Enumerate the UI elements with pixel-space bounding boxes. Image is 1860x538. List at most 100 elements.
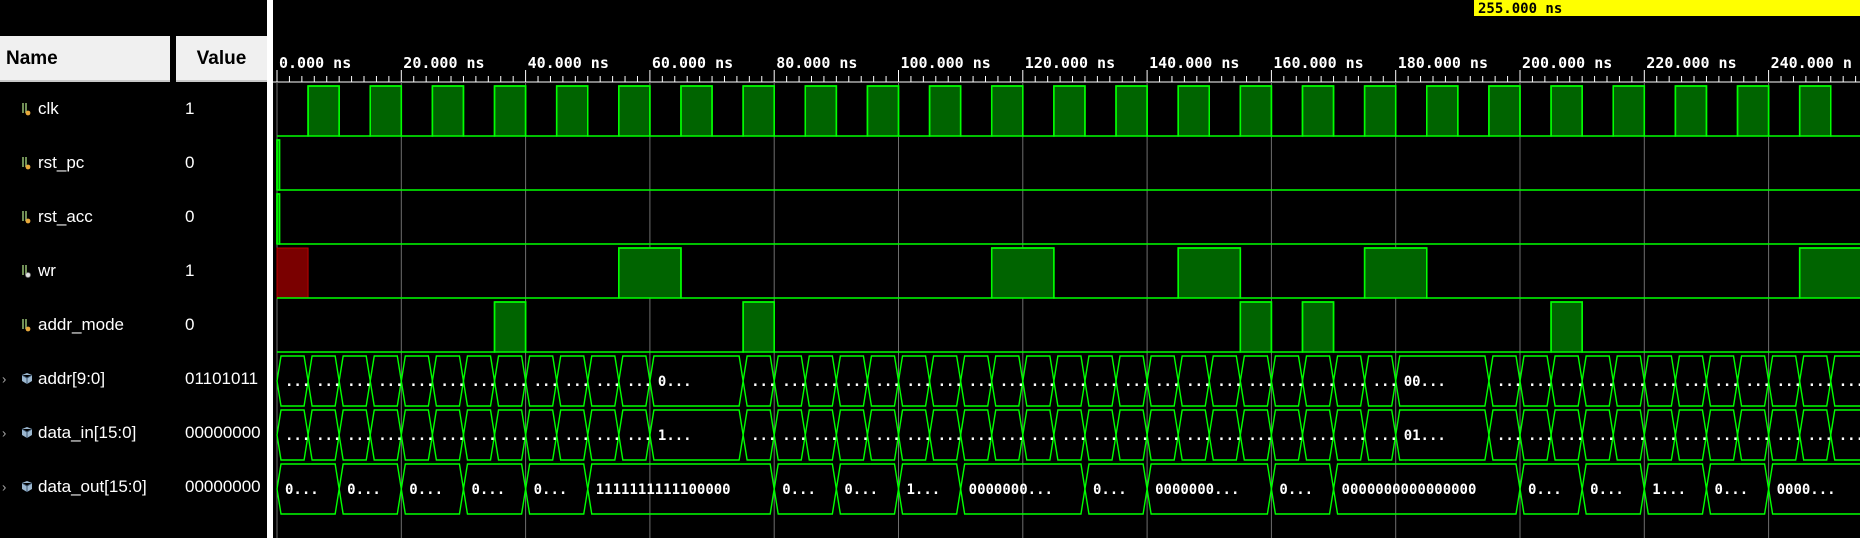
bus-value-label: ... — [1124, 374, 1149, 390]
bus-value-label: ... — [1031, 374, 1056, 390]
bus-value-label: ... — [938, 374, 963, 390]
bus-value-label: ... — [596, 428, 621, 444]
cursor-time-label: 255.000 ns — [1478, 1, 1562, 17]
high-pulse — [618, 85, 651, 137]
signal-row[interactable]: rst_acc — [0, 190, 170, 244]
bus-value-label: ... — [751, 374, 776, 390]
high-pulse — [1239, 301, 1273, 353]
bus-value-label: ... — [1000, 374, 1025, 390]
signal-row[interactable]: rst_pc — [0, 136, 170, 190]
timescale-label: 0.000 ns — [279, 54, 351, 72]
bus-value-label: ... — [969, 374, 994, 390]
bus-value-label: ... — [1714, 374, 1739, 390]
signal-value: 0 — [176, 190, 267, 244]
bus-value-label: 0... — [285, 482, 319, 498]
bus-value-label: 0000000... — [969, 482, 1053, 498]
high-pulse — [1177, 247, 1242, 299]
signal-name: wr — [38, 261, 56, 280]
signal-name: data_out[15:0] — [38, 477, 147, 496]
signal-row[interactable]: clk — [0, 82, 170, 136]
bus-value-label: ... — [471, 374, 496, 390]
high-pulse — [866, 85, 900, 137]
bus-value-label: ... — [1373, 374, 1398, 390]
bus-value-label: 0... — [844, 482, 878, 498]
bus-value-label: ... — [1279, 374, 1304, 390]
bus-value-label: ... — [1652, 374, 1677, 390]
expand-chevron-icon[interactable]: › — [2, 372, 6, 387]
bus-value-label: ... — [1528, 374, 1553, 390]
bus-value-label: ... — [409, 374, 434, 390]
high-pulse — [1674, 85, 1708, 137]
signal-row[interactable]: addr_mode — [0, 298, 170, 352]
value-column-header[interactable]: Value — [176, 36, 267, 82]
bus-value-label: ... — [1124, 428, 1149, 444]
bus-value-label: ... — [347, 428, 372, 444]
bus-signal-icon — [21, 373, 33, 384]
bus-value-label: 1... — [1652, 482, 1686, 498]
bit-signal-icon — [22, 265, 31, 278]
signal-value-text: 0 — [185, 315, 195, 334]
bus-value-label: ... — [969, 428, 994, 444]
bus-value-label: ... — [627, 428, 652, 444]
signal-value-text: 00000000 — [185, 423, 261, 442]
bus-value-label: 0... — [471, 482, 505, 498]
bus-value-label: ... — [1497, 428, 1522, 444]
high-pulse — [680, 85, 713, 137]
high-pulse — [1488, 85, 1521, 137]
signal-trace — [276, 193, 1860, 245]
high-pulse — [928, 85, 962, 137]
bus-value-label: ... — [1031, 428, 1056, 444]
bus-value-label: ... — [1590, 428, 1615, 444]
timescale-label: 180.000 ns — [1398, 54, 1488, 72]
high-pulse — [1798, 85, 1832, 137]
bus-value-label: 0... — [1093, 482, 1127, 498]
signal-row[interactable]: › data_out[15:0] — [0, 460, 170, 514]
waveform-canvas[interactable]: 0.000 ns 20.000 ns 40.000 ns 60.000 ns 80.00… — [273, 0, 1860, 538]
high-pulse — [804, 85, 838, 137]
expand-chevron-icon[interactable]: › — [2, 426, 6, 441]
signal-row[interactable]: › data_in[15:0] — [0, 406, 170, 460]
bus-value-label: ... — [1186, 428, 1211, 444]
bus-value-label: ... — [1621, 428, 1646, 444]
bus-value-label: ... — [813, 428, 838, 444]
signal-row[interactable]: wr — [0, 244, 170, 298]
bus-value-label: ... — [285, 428, 310, 444]
bit-signal-icon — [22, 157, 31, 170]
bus-value-label: ... — [1342, 374, 1367, 390]
timescale-label: 160.000 ns — [1273, 54, 1363, 72]
bus-value-label: ... — [565, 428, 590, 444]
bus-value-label: ... — [1746, 374, 1771, 390]
high-pulse — [369, 85, 403, 137]
bus-value-label: ... — [1310, 428, 1335, 444]
bus-value-label: 0... — [1279, 482, 1313, 498]
bus-value-label: ... — [1528, 428, 1553, 444]
high-pulse — [990, 247, 1055, 299]
signal-value-text: 01101011 — [185, 369, 259, 388]
signal-value: 1 — [176, 82, 267, 136]
expand-chevron-icon[interactable]: › — [2, 480, 6, 495]
signal-value-text: 1 — [185, 99, 195, 118]
high-pulse — [1301, 301, 1335, 353]
timescale-label: 120.000 ns — [1025, 54, 1115, 72]
bus-value-label: ... — [875, 428, 900, 444]
bus-value-label: ... — [1777, 428, 1802, 444]
name-column-header[interactable]: Name — [0, 36, 170, 82]
bus-value-label: ... — [316, 374, 341, 390]
bus-value-label: ... — [1839, 428, 1860, 444]
signal-name: clk — [38, 99, 59, 118]
high-pulse — [1798, 247, 1860, 299]
bus-value-label: 1111111111100000 — [596, 482, 731, 498]
signal-trace — [276, 139, 1860, 191]
bus-value-label: ... — [844, 428, 869, 444]
signal-row[interactable]: › addr[9:0] — [0, 352, 170, 406]
signal-value: 0 — [176, 136, 267, 190]
high-pulse — [555, 85, 589, 137]
bus-value-label: ... — [1621, 374, 1646, 390]
signal-value: 01101011 — [176, 352, 267, 406]
bus-value-label: 0000000000000000 — [1342, 482, 1477, 498]
timescale-label: 140.000 ns — [1149, 54, 1239, 72]
timescale-label: 80.000 ns — [776, 54, 857, 72]
signal-name: rst_acc — [38, 207, 93, 226]
bus-value-label: ... — [347, 374, 372, 390]
bus-value-label: ... — [1808, 374, 1833, 390]
